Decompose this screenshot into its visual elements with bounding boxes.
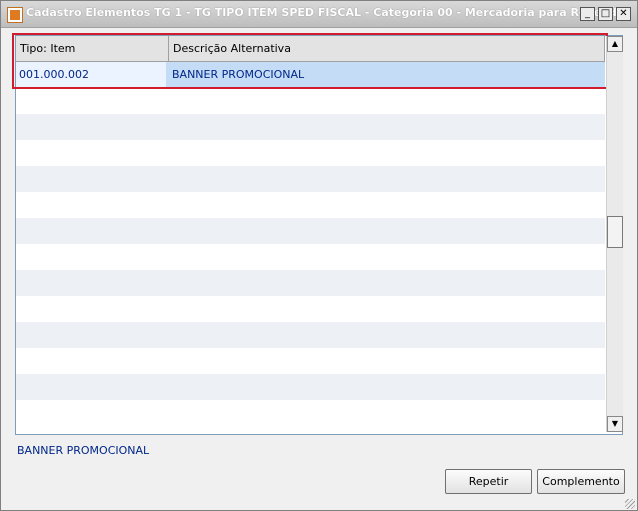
empty-row[interactable] [16, 166, 605, 192]
maximize-button[interactable]: □ [598, 7, 613, 21]
grid-rows: 001.000.002 BANNER PROMOCIONAL [16, 62, 605, 434]
empty-row[interactable] [16, 244, 605, 270]
scroll-up-icon[interactable]: ▲ [607, 36, 623, 52]
empty-row[interactable] [16, 140, 605, 166]
empty-row[interactable] [16, 322, 605, 348]
empty-row[interactable] [16, 348, 605, 374]
empty-row[interactable] [16, 88, 605, 114]
close-button[interactable]: ✕ [616, 7, 631, 21]
empty-row[interactable] [16, 270, 605, 296]
app-icon [7, 7, 23, 23]
scroll-thumb[interactable] [607, 216, 623, 248]
vertical-scrollbar[interactable]: ▲ ▼ [606, 36, 623, 432]
items-grid[interactable]: Tipo: Item Descrição Alternativa 001.000… [15, 35, 623, 435]
window-title: Cadastro Elementos TG 1 - TG TIPO ITEM S… [26, 6, 625, 19]
empty-row[interactable] [16, 192, 605, 218]
title-bar[interactable]: Cadastro Elementos TG 1 - TG TIPO ITEM S… [1, 1, 637, 28]
repetir-button[interactable]: Repetir [445, 469, 532, 494]
minimize-button[interactable]: _ [580, 7, 595, 21]
empty-row[interactable] [16, 374, 605, 400]
empty-row[interactable] [16, 218, 605, 244]
status-text: BANNER PROMOCIONAL [17, 444, 150, 457]
scroll-down-icon[interactable]: ▼ [607, 416, 623, 432]
empty-row[interactable] [16, 400, 605, 426]
empty-row[interactable] [16, 114, 605, 140]
resize-grip-icon[interactable] [625, 499, 635, 509]
complemento-button[interactable]: Complemento [537, 469, 625, 494]
selection-highlight-box [12, 33, 608, 89]
window: Cadastro Elementos TG 1 - TG TIPO ITEM S… [0, 0, 638, 511]
empty-row[interactable] [16, 296, 605, 322]
